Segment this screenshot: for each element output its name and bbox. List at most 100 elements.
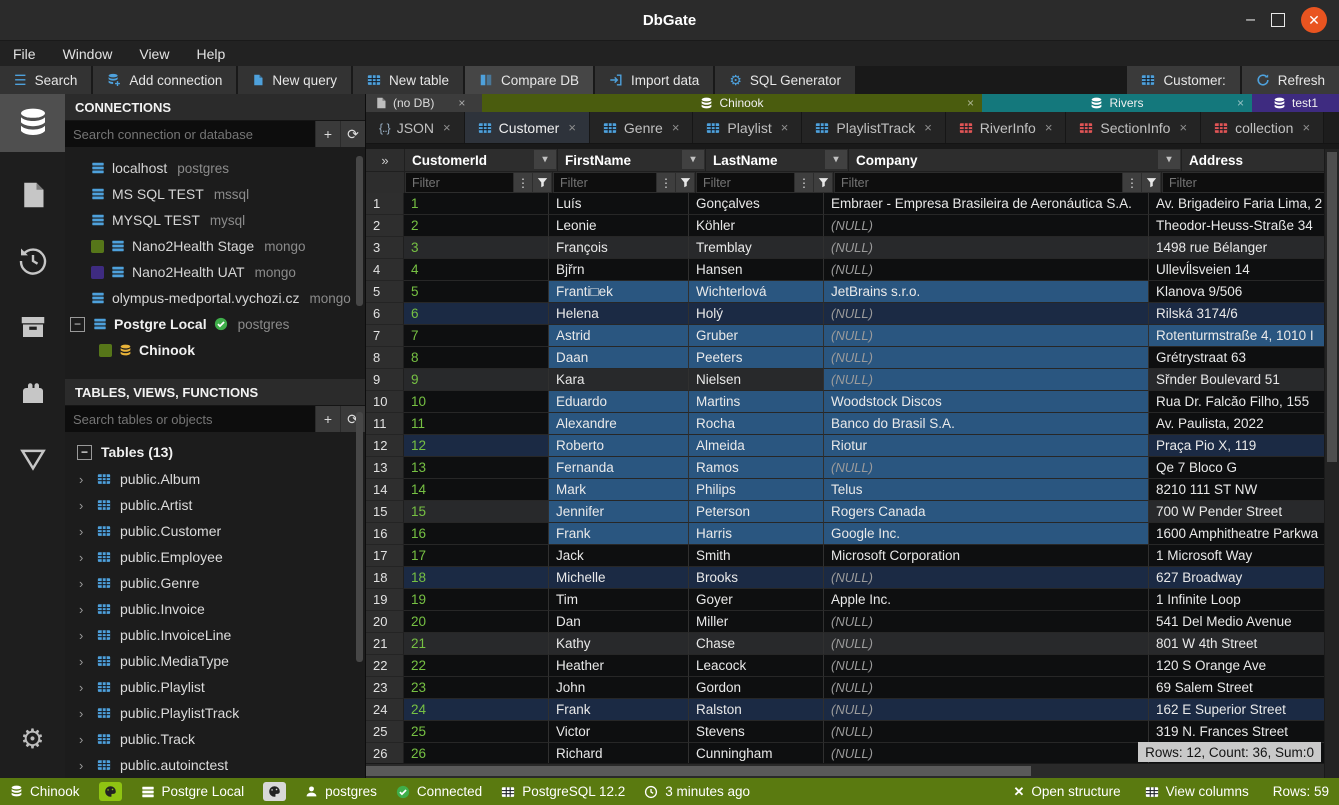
row-number[interactable]: 22	[366, 655, 404, 677]
cell-lastname[interactable]: Köhler	[689, 215, 824, 237]
tab-json[interactable]: {..}JSON×	[366, 112, 465, 143]
toolbar-button-customer[interactable]: Customer:	[1125, 66, 1239, 94]
cell-firstname[interactable]: Fernanda	[549, 457, 689, 479]
close-icon[interactable]: ×	[443, 120, 451, 135]
row-number[interactable]: 1	[366, 193, 404, 215]
table-item-public-employee[interactable]: ›public.Employee	[65, 544, 365, 570]
cell-firstname[interactable]: Astrid	[549, 325, 689, 347]
row-number[interactable]: 15	[366, 501, 404, 523]
nav-archive-button[interactable]	[0, 298, 65, 356]
cell-company[interactable]: (NULL)	[824, 677, 1149, 699]
cell-lastname[interactable]: Chase	[689, 633, 824, 655]
cell-lastname[interactable]: Wichterlová	[689, 281, 824, 303]
cell-customerid[interactable]: 17	[404, 545, 549, 567]
chevron-right-icon[interactable]: ›	[79, 706, 88, 721]
cell-customerid[interactable]: 7	[404, 325, 549, 347]
cell-address[interactable]: Rilská 3174/6	[1149, 303, 1326, 325]
tab-sectioninfo[interactable]: SectionInfo×	[1066, 112, 1201, 143]
toolbar-button-new-table[interactable]: New table	[353, 66, 465, 94]
cell-firstname[interactable]: Heather	[549, 655, 689, 677]
cell-address[interactable]: 627 Broadway	[1149, 567, 1326, 589]
table-item-public-mediatype[interactable]: ›public.MediaType	[65, 648, 365, 674]
table-item-public-customer[interactable]: ›public.Customer	[65, 518, 365, 544]
tab-genre[interactable]: Genre×	[590, 112, 694, 143]
minimize-button[interactable]: –	[1246, 15, 1255, 25]
row-number[interactable]: 5	[366, 281, 404, 303]
grid-vertical-scrollbar[interactable]	[1324, 149, 1339, 778]
cell-address[interactable]: Klanova 9/506	[1149, 281, 1326, 303]
close-icon[interactable]: ×	[924, 120, 932, 135]
cell-address[interactable]: Theodor-Heuss-Straße 34	[1149, 215, 1326, 237]
nav-connections-button[interactable]	[0, 94, 65, 152]
filter-funnel-icon[interactable]	[676, 173, 694, 192]
cell-customerid[interactable]: 21	[404, 633, 549, 655]
cell-customerid[interactable]: 14	[404, 479, 549, 501]
cell-firstname[interactable]: John	[549, 677, 689, 699]
column-header-address[interactable]: Address	[1182, 149, 1339, 172]
close-icon[interactable]: ×	[672, 120, 680, 135]
status-item-postgres[interactable]: postgres	[305, 784, 377, 799]
cell-customerid[interactable]: 16	[404, 523, 549, 545]
row-number[interactable]: 6	[366, 303, 404, 325]
cell-lastname[interactable]: Nielsen	[689, 369, 824, 391]
row-number[interactable]: 7	[366, 325, 404, 347]
status-item-3-minutes-ago[interactable]: 3 minutes ago	[644, 784, 750, 799]
chevron-right-icon[interactable]: ›	[79, 654, 88, 669]
row-number[interactable]: 18	[366, 567, 404, 589]
row-number[interactable]: 26	[366, 743, 404, 765]
cell-customerid[interactable]: 24	[404, 699, 549, 721]
nav-files-button[interactable]	[0, 166, 65, 224]
nav-single-db-button[interactable]	[0, 430, 65, 488]
cell-address[interactable]: Qe 7 Bloco G	[1149, 457, 1326, 479]
cell-lastname[interactable]: Rocha	[689, 413, 824, 435]
chevron-right-icon[interactable]: ›	[79, 550, 88, 565]
toolbar-button-new-query[interactable]: New query	[238, 66, 353, 94]
cell-firstname[interactable]: Mark	[549, 479, 689, 501]
chevron-right-icon[interactable]: ›	[79, 524, 88, 539]
cell-company[interactable]: (NULL)	[824, 325, 1149, 347]
cell-address[interactable]: 1600 Amphitheatre Parkwa	[1149, 523, 1326, 545]
cell-company[interactable]: Rogers Canada	[824, 501, 1149, 523]
cell-lastname[interactable]: Leacock	[689, 655, 824, 677]
cell-address[interactable]: 801 W 4th Street	[1149, 633, 1326, 655]
cell-customerid[interactable]: 6	[404, 303, 549, 325]
cell-company[interactable]: (NULL)	[824, 259, 1149, 281]
cell-company[interactable]: (NULL)	[824, 611, 1149, 633]
cell-company[interactable]: (NULL)	[824, 655, 1149, 677]
menu-view[interactable]: View	[139, 46, 169, 62]
close-icon[interactable]: ×	[458, 96, 465, 110]
chevron-right-icon[interactable]: ›	[79, 758, 88, 773]
connection-item-olympus-medportal-vychozi-cz[interactable]: olympus-medportal.vychozi.czmongo	[65, 285, 365, 311]
table-item-public-playlist[interactable]: ›public.Playlist	[65, 674, 365, 700]
table-item-public-track[interactable]: ›public.Track	[65, 726, 365, 752]
cell-lastname[interactable]: Gordon	[689, 677, 824, 699]
cell-company[interactable]: Apple Inc.	[824, 589, 1149, 611]
cell-company[interactable]: (NULL)	[824, 457, 1149, 479]
table-item-public-autoinctest[interactable]: ›public.autoinctest	[65, 752, 365, 778]
table-item-public-genre[interactable]: ›public.Genre	[65, 570, 365, 596]
row-number[interactable]: 14	[366, 479, 404, 501]
cell-address[interactable]: Av. Paulista, 2022	[1149, 413, 1326, 435]
connections-reload-button[interactable]: ⟳	[341, 121, 365, 147]
cell-company[interactable]: (NULL)	[824, 303, 1149, 325]
filter-input-address[interactable]	[1163, 173, 1339, 192]
cell-lastname[interactable]: Ralston	[689, 699, 824, 721]
connection-item-mysql-test[interactable]: MYSQL TESTmysql	[65, 207, 365, 233]
cell-firstname[interactable]: Richard	[549, 743, 689, 765]
cell-address[interactable]: 8210 111 ST NW	[1149, 479, 1326, 501]
grid-horizontal-scrollbar-thumb[interactable]	[366, 766, 1031, 776]
row-number[interactable]: 24	[366, 699, 404, 721]
row-number[interactable]: 4	[366, 259, 404, 281]
cell-address[interactable]: 1 Microsoft Way	[1149, 545, 1326, 567]
row-number[interactable]: 23	[366, 677, 404, 699]
status-item-palette-icon[interactable]	[99, 782, 122, 801]
cell-customerid[interactable]: 19	[404, 589, 549, 611]
cell-firstname[interactable]: Luís	[549, 193, 689, 215]
row-number[interactable]: 20	[366, 611, 404, 633]
cell-address[interactable]: Av. Brigadeiro Faria Lima, 2	[1149, 193, 1326, 215]
chevron-down-icon[interactable]: ▾	[682, 150, 704, 169]
cell-firstname[interactable]: Michelle	[549, 567, 689, 589]
cell-address[interactable]: Grétrystraat 63	[1149, 347, 1326, 369]
connection-item-chinook[interactable]: Chinook	[65, 337, 365, 363]
cell-lastname[interactable]: Gonçalves	[689, 193, 824, 215]
